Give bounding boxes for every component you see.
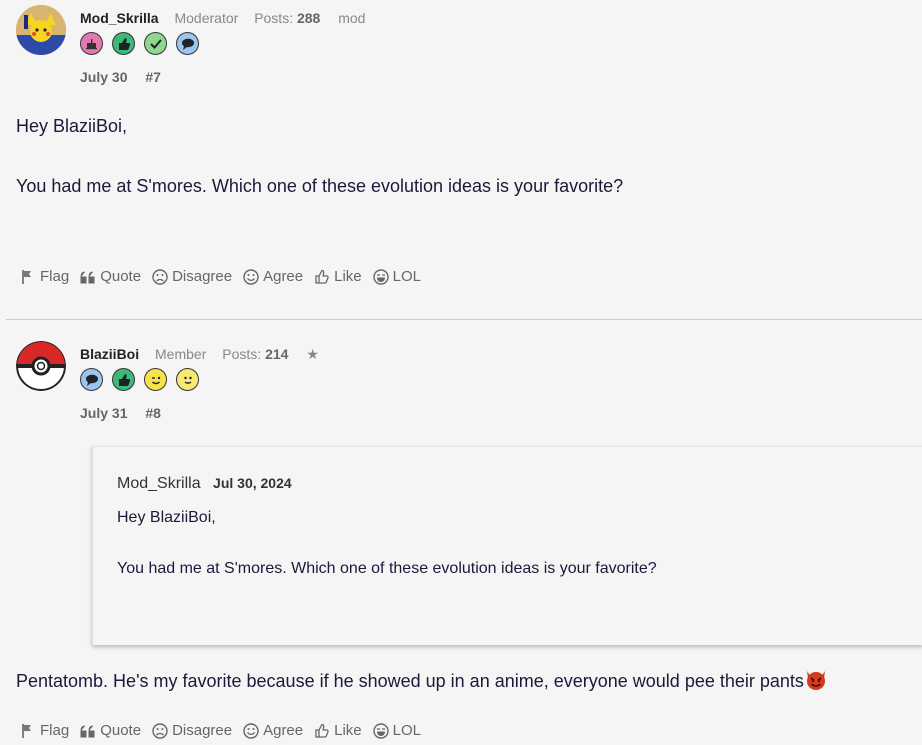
flag-label: Flag: [40, 268, 70, 285]
disagree-button[interactable]: Disagree: [152, 722, 232, 739]
user-role: Moderator: [174, 10, 239, 26]
wink-icon[interactable]: [144, 368, 167, 391]
thumbs-up-icon[interactable]: [112, 368, 135, 391]
frown-icon: [152, 268, 168, 285]
post-meta: BlaziiBoi Member Posts: 214 ★: [80, 346, 319, 363]
lol-label: LOL: [392, 722, 422, 739]
user-role: Member: [155, 346, 207, 362]
smile-outline-icon: [243, 268, 259, 285]
post-body-line: Pentatomb. He's my favorite because if h…: [16, 669, 828, 692]
badge-list: [80, 32, 199, 55]
disagree-label: Disagree: [172, 722, 233, 739]
speech-bubble-icon[interactable]: [176, 32, 199, 55]
posts-count: 288: [296, 10, 321, 26]
quote-block[interactable]: Mod_Skrilla Jul 30, 2024 Hey BlaziiBoi, …: [92, 446, 922, 645]
quote-icon: [80, 725, 95, 737]
laugh-icon: [372, 722, 389, 739]
quote-label: Quote: [100, 722, 142, 739]
flag-button[interactable]: Flag: [20, 722, 69, 739]
avatar[interactable]: [16, 341, 66, 391]
posts-label: Posts:: [222, 346, 262, 362]
post-divider: [6, 319, 922, 320]
like-button[interactable]: Like: [314, 722, 362, 739]
agree-label: Agree: [263, 722, 304, 739]
star-icon: ★: [306, 346, 319, 362]
post-7: Mod_Skrilla Moderator Posts: 288 mod Jul…: [0, 0, 922, 319]
quote-button[interactable]: Quote: [80, 268, 141, 285]
username[interactable]: BlaziiBoi: [80, 346, 139, 362]
post-dateline: July 30 #7: [80, 69, 161, 85]
posts-count: 214: [265, 346, 289, 362]
quote-line: You had me at S'mores. Which one of thes…: [117, 560, 657, 577]
thumbs-up-outline-icon: [315, 269, 329, 284]
quote-header: Mod_Skrilla Jul 30, 2024: [117, 475, 292, 493]
lol-button[interactable]: LOL: [372, 268, 422, 285]
check-icon[interactable]: [144, 32, 167, 55]
flag-icon: [22, 723, 31, 738]
thumbs-up-icon[interactable]: [112, 32, 135, 55]
avatar[interactable]: [16, 5, 66, 55]
flag-icon: [22, 269, 31, 284]
quote-label: Quote: [100, 268, 142, 285]
frown-icon: [152, 722, 168, 739]
smile-outline-icon: [243, 722, 259, 739]
quote-line: Hey BlaziiBoi,: [117, 509, 216, 526]
user-tag: mod: [338, 10, 366, 26]
devil-emoji-icon: [806, 671, 825, 690]
speech-bubble-icon[interactable]: [80, 368, 103, 391]
posts-label: Posts:: [254, 10, 294, 26]
flag-label: Flag: [40, 722, 70, 739]
post-number[interactable]: #8: [145, 405, 161, 421]
like-label: Like: [334, 268, 362, 285]
cake-icon[interactable]: [80, 32, 103, 55]
post-body-line: Hey BlaziiBoi,: [16, 116, 128, 136]
disagree-button[interactable]: Disagree: [152, 268, 232, 285]
quote-button[interactable]: Quote: [80, 722, 141, 739]
lol-button[interactable]: LOL: [372, 722, 422, 739]
post-body-line: You had me at S'mores. Which one of thes…: [16, 176, 624, 196]
post-date[interactable]: July 31: [80, 405, 127, 421]
agree-label: Agree: [263, 268, 304, 285]
post-number[interactable]: #7: [145, 69, 161, 85]
laugh-icon: [372, 268, 389, 285]
post-actions: Flag Quote Disagree Agree Like LOL: [20, 268, 421, 285]
like-label: Like: [334, 722, 362, 739]
post-dateline: July 31 #8: [80, 405, 161, 421]
quote-date[interactable]: Jul 30, 2024: [213, 475, 292, 491]
lol-label: LOL: [392, 268, 422, 285]
like-button[interactable]: Like: [314, 268, 362, 285]
quote-author[interactable]: Mod_Skrilla: [117, 475, 201, 492]
agree-button[interactable]: Agree: [243, 722, 303, 739]
post-meta: Mod_Skrilla Moderator Posts: 288 mod: [80, 10, 365, 26]
smile-icon[interactable]: [176, 368, 199, 391]
post-body-text: Pentatomb. He's my favorite because if h…: [16, 671, 804, 691]
username[interactable]: Mod_Skrilla: [80, 10, 159, 26]
quote-icon: [80, 271, 95, 283]
thumbs-up-outline-icon: [315, 723, 329, 738]
flag-button[interactable]: Flag: [20, 268, 69, 285]
agree-button[interactable]: Agree: [243, 268, 303, 285]
badge-list: [80, 368, 199, 391]
disagree-label: Disagree: [172, 268, 233, 285]
post-date[interactable]: July 30: [80, 69, 127, 85]
post-actions: Flag Quote Disagree Agree Like LOL: [20, 722, 421, 739]
